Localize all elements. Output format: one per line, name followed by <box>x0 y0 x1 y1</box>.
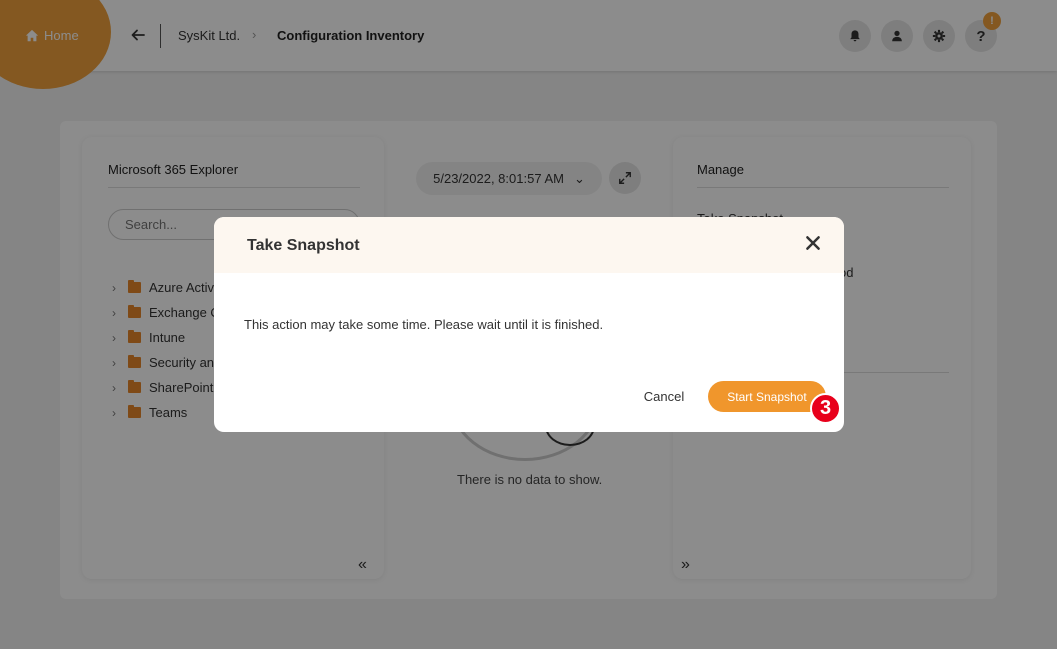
dialog-title: Take Snapshot <box>247 237 360 254</box>
dialog-message: This action may take some time. Please w… <box>244 317 604 332</box>
step-number-badge: 3 <box>810 393 841 424</box>
cancel-button[interactable]: Cancel <box>634 383 694 409</box>
dialog-header: Take Snapshot <box>214 217 844 273</box>
start-snapshot-button[interactable]: Start Snapshot <box>708 381 826 412</box>
close-icon[interactable] <box>804 234 822 252</box>
take-snapshot-dialog: Take Snapshot This action may take some … <box>214 217 844 432</box>
